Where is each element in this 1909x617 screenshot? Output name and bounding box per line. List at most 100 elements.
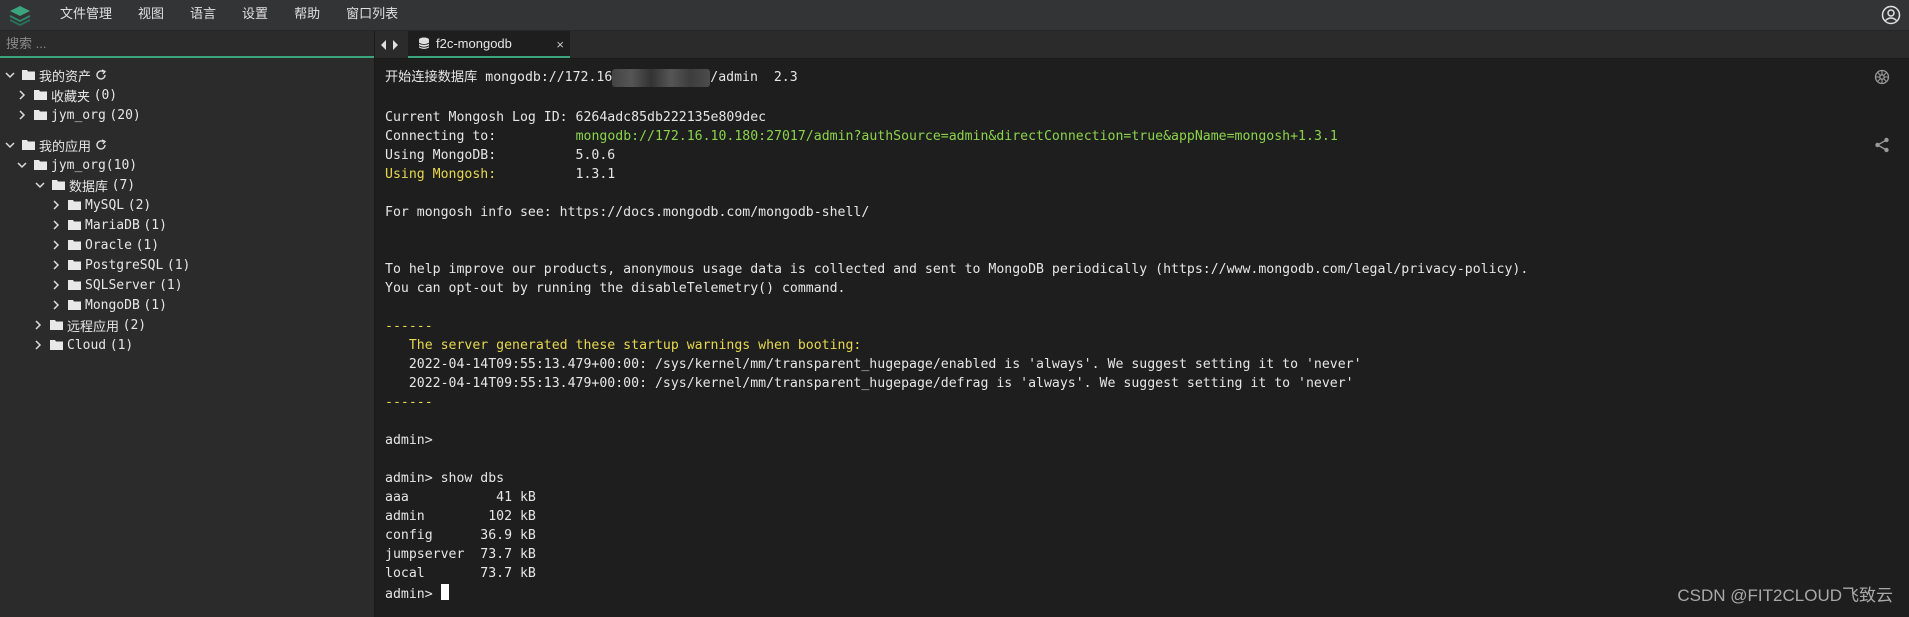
folder-icon: [68, 300, 81, 310]
folder-open-icon: [22, 140, 35, 150]
chevron-right-icon[interactable]: [50, 199, 62, 211]
tree-node-count: (1): [166, 257, 191, 273]
connect-prefix: 开始连接数据库 mongodb://172.16: [385, 70, 613, 85]
menu-settings[interactable]: 设置: [242, 0, 282, 28]
tree-node-count: (1): [159, 277, 183, 293]
chevron-right-icon[interactable]: [50, 299, 62, 311]
refresh-icon[interactable]: [95, 69, 107, 81]
tree-node-label: jym_org(10): [51, 157, 138, 173]
tree-node-mariadb[interactable]: MariaDB (1): [0, 215, 424, 235]
search-input[interactable]: [0, 31, 374, 55]
folder-open-icon: [52, 180, 65, 190]
tree-node-label: 远程应用: [67, 318, 120, 334]
chevron-right-icon[interactable]: [32, 339, 44, 351]
menu-help[interactable]: 帮助: [294, 0, 334, 28]
terminal-line-db-config: config 36.9 kB: [385, 528, 536, 543]
tree-node-cloud[interactable]: Cloud (1): [0, 335, 406, 355]
tab-f2c-mongodb[interactable]: f2c-mongodb ×: [408, 31, 570, 58]
tree-node-label: Cloud: [67, 337, 107, 353]
tab-label: f2c-mongodb: [436, 36, 512, 51]
chevron-right-icon[interactable]: [50, 239, 62, 251]
tree-node-label: 收藏夹: [51, 88, 91, 104]
tree-node-count: (7): [111, 177, 136, 193]
folder-icon: [68, 280, 81, 290]
tab-close-icon[interactable]: ×: [556, 37, 564, 52]
terminal-line-connect: 开始连接数据库 mongodb://172.16/admin 2.3: [385, 69, 798, 87]
tree-node-mysql[interactable]: MySQL (2): [0, 195, 424, 215]
share-icon[interactable]: [1873, 136, 1891, 154]
terminal-line-db-jumpserver: jumpserver 73.7 kB: [385, 547, 536, 562]
tree-node-databases[interactable]: 数据库 (7): [0, 175, 408, 195]
menu-window-list[interactable]: 窗口列表: [346, 0, 412, 28]
tree-node-count: (1): [143, 297, 167, 313]
menu-bar-items: 文件管理 视图 语言 设置 帮助 窗口列表: [60, 0, 424, 30]
menu-view[interactable]: 视图: [138, 0, 178, 28]
tree-node-favorites[interactable]: 收藏夹 (0): [0, 85, 390, 105]
chevron-down-icon[interactable]: [34, 179, 46, 191]
folder-icon: [68, 260, 81, 270]
terminal-line-connecting: Connecting to: mongodb://172.16.10.180:2…: [385, 128, 1338, 146]
terminal-line-warning-1: 2022-04-14T09:55:13.479+00:00: /sys/kern…: [385, 357, 1362, 372]
folder-open-icon: [34, 160, 47, 170]
chevron-right-icon[interactable]: [32, 319, 44, 331]
tree-node-sqlserver[interactable]: SQLServer (1): [0, 275, 424, 295]
app-logo-icon: [10, 6, 30, 26]
tree-node-count: (2): [122, 317, 147, 333]
terminal-line-separator-top: ------: [385, 319, 433, 334]
folder-icon: [50, 340, 63, 350]
tree-node-label: MongoDB: [85, 297, 140, 313]
tree-node-oracle[interactable]: Oracle (1): [0, 235, 424, 255]
chevron-right-icon[interactable]: [50, 279, 62, 291]
final-prompt: admin>: [385, 587, 441, 602]
terminal-line-db-admin: admin 102 kB: [385, 509, 536, 524]
terminal-line-warning-2: 2022-04-14T09:55:13.479+00:00: /sys/kern…: [385, 376, 1354, 391]
terminal-line-final-prompt[interactable]: admin>: [385, 584, 449, 602]
tree-node-count: (0): [93, 87, 118, 103]
terminal-output[interactable]: 开始连接数据库 mongodb://172.16/admin 2.3 Curre…: [375, 59, 1909, 617]
tree-node-label: Oracle: [85, 237, 132, 253]
terminal-line-db-local: local 73.7 kB: [385, 566, 536, 581]
chevron-right-icon[interactable]: [50, 219, 62, 231]
folder-icon: [68, 200, 81, 210]
tree-node-mongodb[interactable]: MongoDB (1): [0, 295, 424, 315]
terminal-line-log-id: Current Mongosh Log ID: 6264adc85db22213…: [385, 110, 767, 125]
tree-node-label: SQLServer: [85, 277, 156, 293]
terminal-line-using-mongodb: Using MongoDB: 5.0.6: [385, 148, 616, 163]
menu-language[interactable]: 语言: [190, 0, 230, 28]
tree-node-postgresql[interactable]: PostgreSQL (1): [0, 255, 424, 275]
tree-node-my-assets[interactable]: 我的资产: [0, 65, 378, 85]
chevron-down-icon[interactable]: [4, 139, 16, 151]
user-account-icon[interactable]: [1881, 5, 1901, 25]
session-tab-bar: f2c-mongodb ×: [375, 31, 1909, 59]
folder-icon: [68, 240, 81, 250]
tree-node-label: jym_org: [51, 107, 106, 123]
chevron-down-icon[interactable]: [4, 69, 16, 81]
terminal-line-telemetry-2: You can opt-out by running the disableTe…: [385, 281, 846, 296]
terminal-cursor: [440, 584, 449, 600]
settings-gear-icon[interactable]: [1873, 68, 1891, 86]
folder-icon: [34, 110, 47, 120]
tree-node-label: 我的应用: [39, 138, 92, 154]
tree-node-count: (2): [127, 197, 152, 213]
folder-icon: [68, 220, 81, 230]
menu-file-management[interactable]: 文件管理: [60, 0, 126, 28]
connecting-label: Connecting to:: [385, 129, 576, 144]
tree-node-remote-apps[interactable]: 远程应用 (2): [0, 315, 406, 335]
tree-node-label: 数据库: [69, 178, 109, 194]
connecting-url: mongodb://172.16.10.180:27017/admin?auth…: [575, 129, 1338, 144]
tree-node-jym-org-assets[interactable]: jym_org (20): [0, 105, 390, 125]
chevron-right-icon[interactable]: [16, 109, 28, 121]
folder-icon: [50, 320, 63, 330]
using-mongosh-value: 1.3.1: [496, 167, 616, 182]
chevron-right-icon[interactable]: [16, 89, 28, 101]
terminal-line-info: For mongosh info see: https://docs.mongo…: [385, 205, 870, 220]
chevron-right-icon[interactable]: [50, 259, 62, 271]
refresh-icon[interactable]: [95, 139, 107, 151]
tree-node-jym-org-apps[interactable]: jym_org(10): [0, 155, 390, 175]
chevron-down-icon[interactable]: [16, 159, 28, 171]
database-icon: [418, 37, 430, 49]
tree-node-my-apps[interactable]: 我的应用: [0, 135, 378, 155]
tree-node-label: MariaDB: [85, 217, 140, 233]
watermark-text: CSDN @FIT2CLOUD飞致云: [1677, 586, 1893, 605]
tab-scroll-arrows-icon[interactable]: [379, 37, 401, 53]
